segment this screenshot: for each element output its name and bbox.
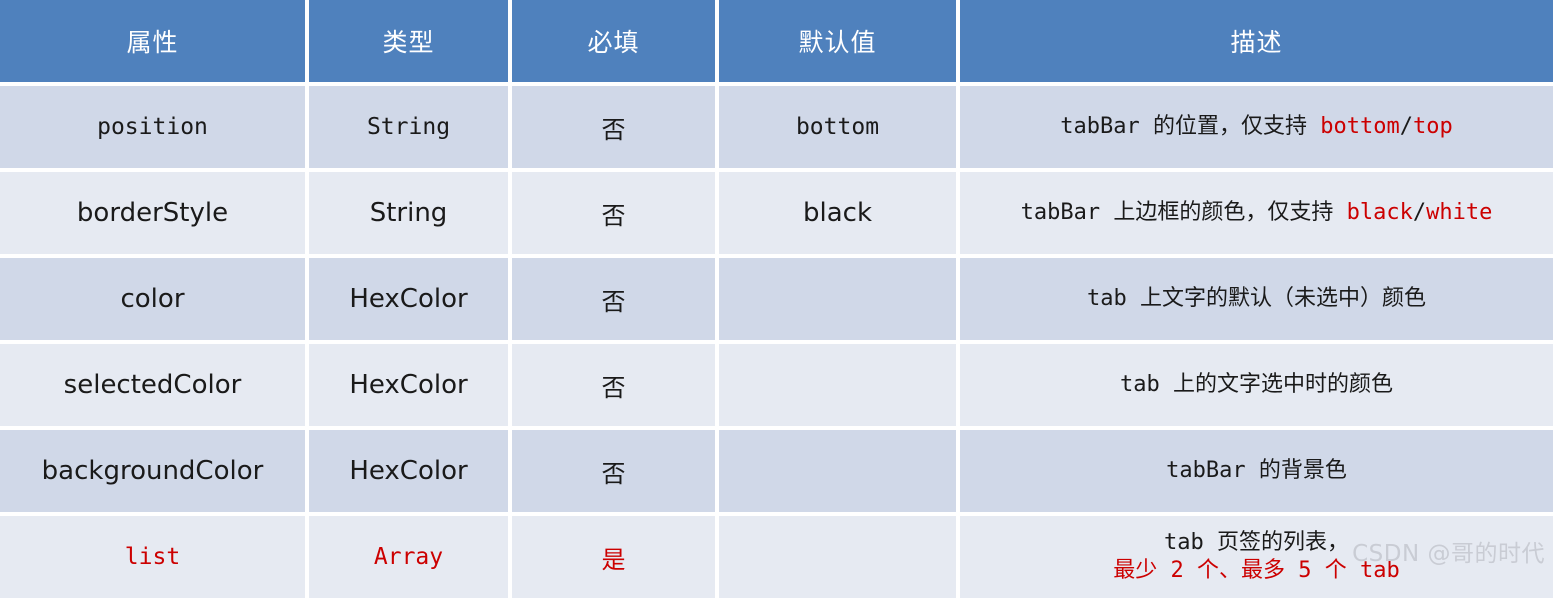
- description-separator: /: [1412, 199, 1427, 225]
- cell-default: [719, 254, 960, 340]
- cell-description: tabBar 上边框的颜色，仅支持 black/white: [960, 168, 1553, 254]
- cell-required: 否: [512, 254, 719, 340]
- description-text: tab 上文字的默认（未选中）颜色: [1087, 285, 1426, 311]
- cell-attribute: list: [0, 512, 309, 598]
- cell-type: Array: [309, 512, 512, 598]
- column-header-description: 描述: [960, 0, 1553, 82]
- cell-default: [719, 512, 960, 598]
- cell-attribute: selectedColor: [0, 340, 309, 426]
- cell-required: 否: [512, 426, 719, 512]
- column-header-attribute: 属性: [0, 0, 309, 82]
- cell-type: String: [309, 82, 512, 168]
- cell-description: tab 页签的列表， 最少 2 个、最多 5 个 tab: [960, 512, 1553, 598]
- cell-type: String: [309, 168, 512, 254]
- description-text: tabBar 的背景色: [1166, 457, 1347, 483]
- description-text: tabBar 的位置，仅支持: [1060, 113, 1321, 139]
- description-line-2: 最少 2 个、最多 5 个 tab: [1113, 558, 1400, 583]
- table-row: backgroundColor HexColor 否 tabBar 的背景色: [0, 426, 1553, 512]
- cell-attribute: borderStyle: [0, 168, 309, 254]
- column-header-required: 必填: [512, 0, 719, 82]
- cell-type: HexColor: [309, 426, 512, 512]
- cell-attribute: backgroundColor: [0, 426, 309, 512]
- cell-description: tabBar 的位置，仅支持 bottom/top: [960, 82, 1553, 168]
- cell-description: tabBar 的背景色: [960, 426, 1553, 512]
- description-text: tab 上的文字选中时的颜色: [1120, 371, 1393, 397]
- cell-description: tab 上的文字选中时的颜色: [960, 340, 1553, 426]
- cell-required: 否: [512, 168, 719, 254]
- column-header-type: 类型: [309, 0, 512, 82]
- cell-type: HexColor: [309, 340, 512, 426]
- description-value-a: black: [1346, 199, 1413, 225]
- cell-required: 否: [512, 340, 719, 426]
- column-header-default: 默认值: [719, 0, 960, 82]
- api-table-container: 属性 类型 必填 默认值 描述 position String 否 bottom…: [0, 0, 1553, 598]
- table-row: selectedColor HexColor 否 tab 上的文字选中时的颜色: [0, 340, 1553, 426]
- table-row: color HexColor 否 tab 上文字的默认（未选中）颜色: [0, 254, 1553, 340]
- cell-default: [719, 426, 960, 512]
- cell-default: [719, 340, 960, 426]
- cell-required: 否: [512, 82, 719, 168]
- description-separator: /: [1399, 113, 1413, 139]
- cell-required: 是: [512, 512, 719, 598]
- table-row: position String 否 bottom tabBar 的位置，仅支持 …: [0, 82, 1553, 168]
- description-value-b: top: [1412, 113, 1453, 139]
- description-value-b: white: [1426, 199, 1493, 225]
- table-row: borderStyle String 否 black tabBar 上边框的颜色…: [0, 168, 1553, 254]
- cell-default: bottom: [719, 82, 960, 168]
- description-line-1: tab 页签的列表，: [1164, 529, 1349, 555]
- cell-default: black: [719, 168, 960, 254]
- description-text: tabBar 上边框的颜色，仅支持: [1020, 199, 1347, 225]
- table-body: position String 否 bottom tabBar 的位置，仅支持 …: [0, 82, 1553, 598]
- description-value-a: bottom: [1320, 113, 1400, 139]
- cell-description: tab 上文字的默认（未选中）颜色: [960, 254, 1553, 340]
- cell-type: HexColor: [309, 254, 512, 340]
- tabbar-properties-table: 属性 类型 必填 默认值 描述 position String 否 bottom…: [0, 0, 1553, 598]
- cell-attribute: position: [0, 82, 309, 168]
- table-header: 属性 类型 必填 默认值 描述: [0, 0, 1553, 82]
- table-row: list Array 是 tab 页签的列表， 最少 2 个、最多 5 个 ta…: [0, 512, 1553, 598]
- cell-attribute: color: [0, 254, 309, 340]
- table-header-row: 属性 类型 必填 默认值 描述: [0, 0, 1553, 82]
